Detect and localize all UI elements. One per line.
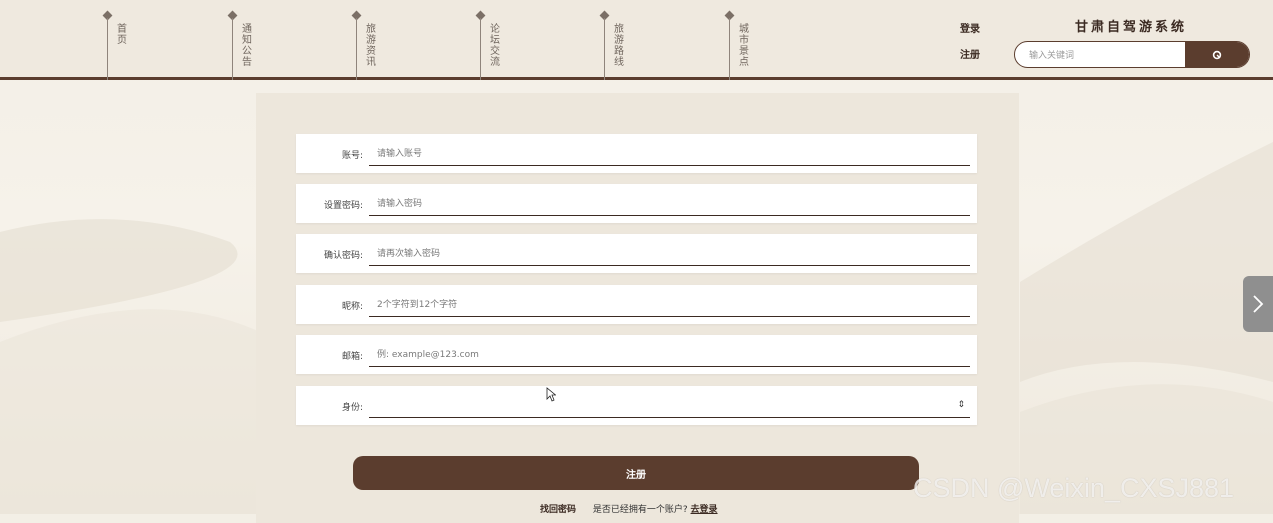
nav-item-travel-news[interactable]: 旅游资讯 [351,10,416,80]
email-label: 邮箱: [341,352,363,362]
form-links: 找回密码 是否已经拥有一个账户? 去登录 [540,502,718,515]
email-input[interactable] [369,343,970,367]
nav-label: 旅游资讯 [366,24,376,68]
nickname-input[interactable] [369,293,970,317]
nav-label: 通知公告 [242,24,252,68]
nav-item-city-spots[interactable]: 城市景点 [724,10,789,80]
confirm-password-row: 确认密码: [296,234,977,273]
nickname-label: 昵称: [341,302,363,312]
nickname-row: 昵称: [296,285,977,324]
nav-item-forum[interactable]: 论坛交流 [475,10,540,80]
search-button[interactable] [1185,42,1249,67]
register-link[interactable]: 注册 [960,46,980,72]
confirm-password-input[interactable] [369,242,970,266]
chevron-right-icon [1253,295,1264,313]
account-row: 账号: [296,134,977,173]
login-link[interactable]: 登录 [960,20,980,46]
watermark: CSDN @Weixin_CXSJ881 [913,473,1235,503]
password-label: 设置密码: [323,201,363,211]
site-title: 甘肃自驾游系统 [1075,20,1188,35]
mouse-cursor-icon [546,387,556,402]
account-input[interactable] [369,142,970,166]
nav-label: 首页 [117,24,127,46]
account-label: 账号: [341,151,363,161]
identity-label: 身份: [341,403,363,413]
identity-row: 身份: ⇕ [296,386,977,425]
nav-label: 论坛交流 [490,24,500,68]
search-box [1014,41,1250,68]
nav-item-notices[interactable]: 通知公告 [227,10,292,80]
register-panel: 账号: 设置密码: 确认密码: 昵称: 邮箱: 身份: ⇕ 注册 找回密码 是否… [256,93,1019,523]
nav-label: 城市景点 [739,24,749,68]
search-input[interactable] [1015,42,1201,67]
search-icon [1212,50,1222,59]
nav-item-routes[interactable]: 旅游路线 [599,10,664,80]
confirm-password-label: 确认密码: [323,251,363,261]
nav-item-home[interactable]: 首页 [102,10,167,80]
email-row: 邮箱: [296,335,977,374]
nav-label: 旅游路线 [614,24,624,68]
next-slide-button[interactable] [1243,276,1273,332]
identity-select[interactable] [369,394,970,418]
register-button[interactable]: 注册 [353,456,919,490]
password-input[interactable] [369,192,970,216]
auth-links: 登录 注册 [960,20,980,72]
password-row: 设置密码: [296,184,977,223]
top-header: 首页 通知公告 旅游资讯 论坛交流 旅游路线 城市景点 登录 注册 甘肃自驾游系… [0,0,1273,80]
